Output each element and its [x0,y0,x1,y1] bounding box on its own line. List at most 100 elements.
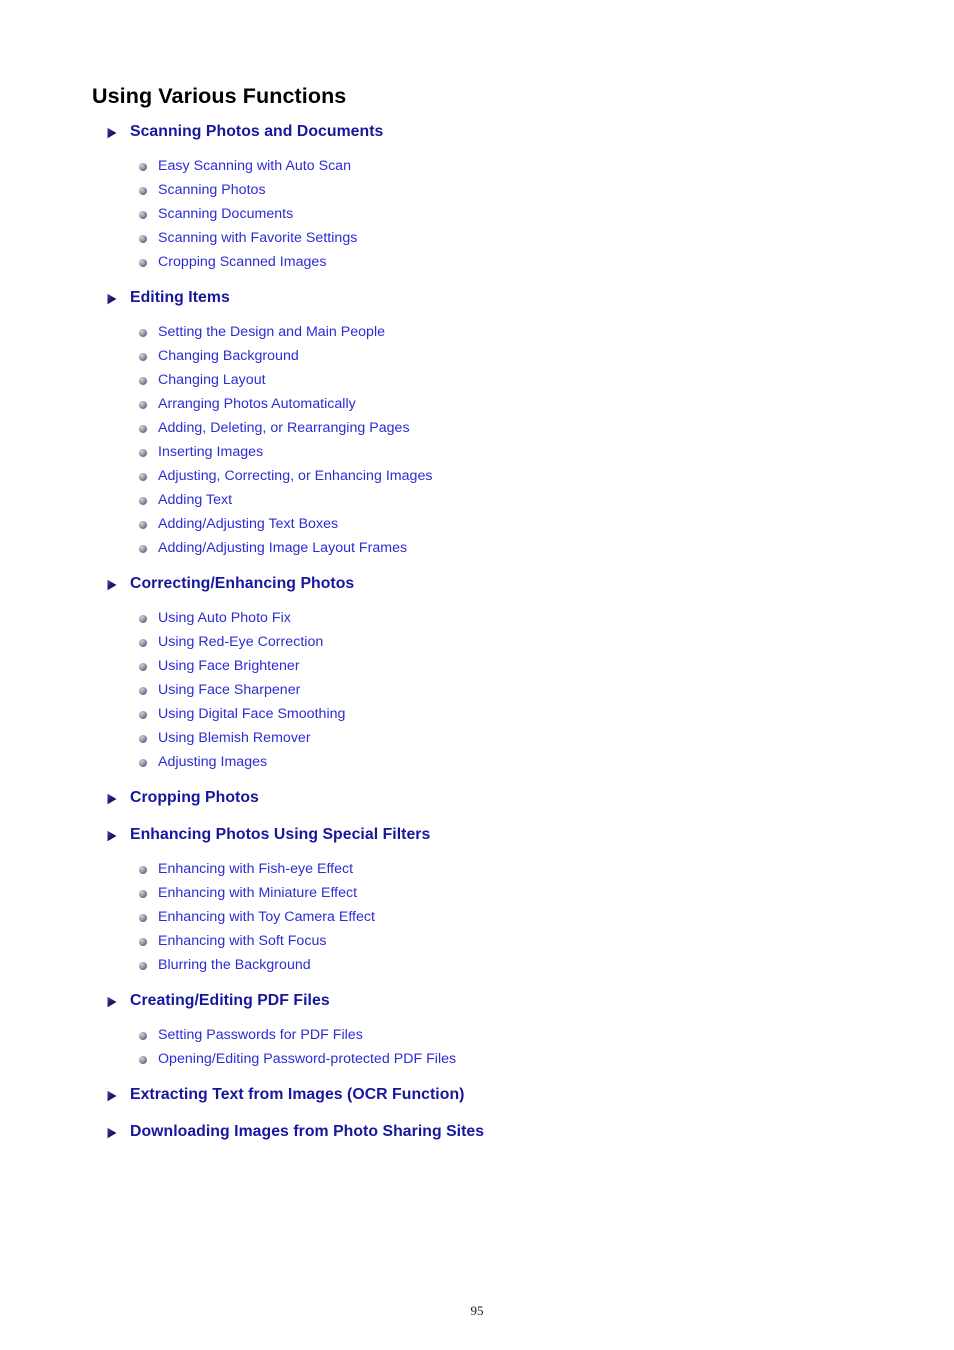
toc-subitem-label: Using Auto Photo Fix [158,610,291,626]
toc-subitem-label: Adding/Adjusting Text Boxes [158,516,339,532]
toc-section: Downloading Images from Photo Sharing Si… [0,1120,954,1143]
bullet-sphere-icon [139,1055,147,1064]
bullet-sphere-icon [139,162,147,171]
toc-subitem-label: Enhancing with Toy Camera Effect [158,909,375,925]
bullet-sphere-icon [139,472,147,481]
bullet-sphere-icon [139,448,147,457]
toc-subitem-label: Using Face Sharpener [158,682,301,698]
toc-subitem-link[interactable]: Enhancing with Soft Focus [0,929,954,953]
toc-subitem-label: Adjusting Images [158,754,268,770]
toc-subitem-link[interactable]: Changing Background [0,344,954,368]
bullet-sphere-icon [139,496,147,505]
toc-subitem-link[interactable]: Enhancing with Miniature Effect [0,881,954,905]
toc-subitem-label: Arranging Photos Automatically [158,396,356,412]
toc-subitem-label: Enhancing with Soft Focus [158,933,327,949]
toc-subitem-label: Changing Background [158,348,299,364]
toc-subitem-link[interactable]: Using Face Sharpener [0,678,954,702]
toc-heading-link[interactable]: Extracting Text from Images (OCR Functio… [0,1083,954,1106]
toc-subitem-link[interactable]: Adjusting, Correcting, or Enhancing Imag… [0,464,954,488]
toc-heading-link[interactable]: Correcting/Enhancing Photos [0,572,954,595]
toc-section: Correcting/Enhancing Photos Using Auto Ph… [0,572,954,786]
bullet-sphere-icon [139,865,147,874]
toc-subitem-link[interactable]: Adding/Adjusting Image Layout Frames [0,536,954,560]
bullet-sphere-icon [139,758,147,767]
toc-section: Cropping Photos [0,786,954,823]
toc-subitem-link[interactable]: Setting the Design and Main People [0,320,954,344]
toc-subitem-label: Setting the Design and Main People [158,324,386,340]
toc-subitem-link[interactable]: Adding, Deleting, or Rearranging Pages [0,416,954,440]
toc-section: Enhancing Photos Using Special Filters En… [0,823,954,989]
page-title: Using Various Functions [92,84,347,109]
toc-subitem-link[interactable]: Opening/Editing Password-protected PDF F… [0,1047,954,1071]
arrow-right-icon [106,292,118,305]
toc-subitem-link[interactable]: Using Face Brightener [0,654,954,678]
toc-subitem-link[interactable]: Scanning with Favorite Settings [0,226,954,250]
toc-subitem-link[interactable]: Changing Layout [0,368,954,392]
bullet-sphere-icon [139,710,147,719]
bullet-sphere-icon [139,186,147,195]
toc-heading-link[interactable]: Enhancing Photos Using Special Filters [0,823,954,846]
toc-subitem-link[interactable]: Adjusting Images [0,750,954,774]
arrow-right-icon [106,1126,118,1139]
toc-section: Editing Items Setting the Design and Main… [0,286,954,572]
toc-heading-label: Downloading Images from Photo Sharing Si… [130,1123,485,1140]
bullet-sphere-icon [139,638,147,647]
arrow-right-icon [106,126,118,139]
toc-heading-label: Enhancing Photos Using Special Filters [130,826,431,843]
toc-subitem-link[interactable]: Adding Text [0,488,954,512]
toc-heading-link[interactable]: Scanning Photos and Documents [0,120,954,143]
toc-subitem-link[interactable]: Cropping Scanned Images [0,250,954,274]
bullet-sphere-icon [139,937,147,946]
bullet-sphere-icon [139,376,147,385]
toc-subitem-link[interactable]: Using Digital Face Smoothing [0,702,954,726]
toc-heading-label: Cropping Photos [130,789,259,806]
toc-subitem-label: Adding, Deleting, or Rearranging Pages [158,420,410,436]
toc-subitem-link[interactable]: Arranging Photos Automatically [0,392,954,416]
toc-subitem-link[interactable]: Setting Passwords for PDF Files [0,1023,954,1047]
arrow-right-icon [106,829,118,842]
toc-subitem-link[interactable]: Enhancing with Toy Camera Effect [0,905,954,929]
bullet-sphere-icon [139,520,147,529]
toc-heading-label: Creating/Editing PDF Files [130,992,330,1009]
toc-subitem-label: Cropping Scanned Images [158,254,327,270]
toc-subitem-link[interactable]: Inserting Images [0,440,954,464]
toc-subitem-link[interactable]: Using Blemish Remover [0,726,954,750]
toc-heading-link[interactable]: Downloading Images from Photo Sharing Si… [0,1120,954,1143]
toc-subitem-link[interactable]: Enhancing with Fish-eye Effect [0,857,954,881]
toc-subitem-label: Enhancing with Miniature Effect [158,885,358,901]
bullet-sphere-icon [139,424,147,433]
bullet-sphere-icon [139,614,147,623]
toc-subitem-link[interactable]: Blurring the Background [0,953,954,977]
toc-subitem-link[interactable]: Using Auto Photo Fix [0,606,954,630]
bullet-sphere-icon [139,961,147,970]
toc-subitem-link[interactable]: Easy Scanning with Auto Scan [0,154,954,178]
toc-subitem-link[interactable]: Adding/Adjusting Text Boxes [0,512,954,536]
toc-subitem-label: Blurring the Background [158,957,311,973]
toc-heading-label: Correcting/Enhancing Photos [130,575,355,592]
toc-subitem-label: Scanning Documents [158,206,294,222]
page-number: 95 [470,1303,484,1318]
bullet-sphere-icon [139,544,147,553]
toc-section: Extracting Text from Images (OCR Functio… [0,1083,954,1120]
toc-subitem-link[interactable]: Scanning Photos [0,178,954,202]
toc-subitem-link[interactable]: Using Red-Eye Correction [0,630,954,654]
toc-subitem-label: Adding Text [158,492,233,508]
arrow-right-icon [106,1089,118,1102]
bullet-sphere-icon [139,258,147,267]
arrow-right-icon [106,995,118,1008]
bullet-sphere-icon [139,889,147,898]
toc-heading-link[interactable]: Editing Items [0,286,954,309]
bullet-sphere-icon [139,328,147,337]
toc-heading-link[interactable]: Cropping Photos [0,786,954,809]
bullet-sphere-icon [139,234,147,243]
toc-heading-link[interactable]: Creating/Editing PDF Files [0,989,954,1012]
toc-heading-label: Editing Items [130,289,230,306]
toc-subitem-link[interactable]: Scanning Documents [0,202,954,226]
